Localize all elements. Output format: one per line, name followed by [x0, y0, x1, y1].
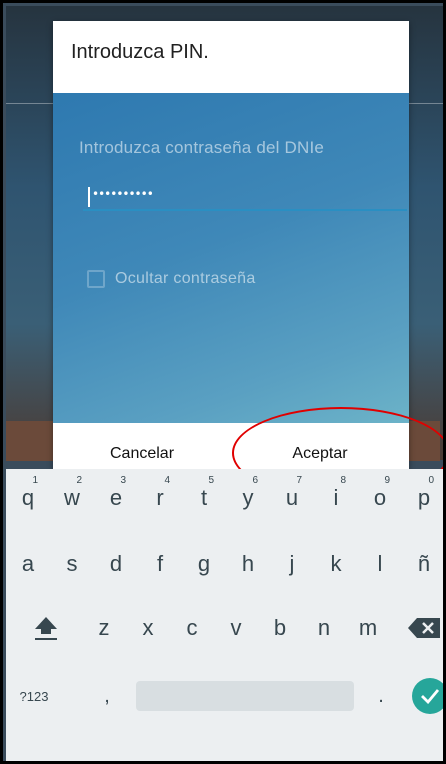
password-input[interactable]: •••••••••• — [83, 183, 407, 209]
key-a[interactable]: a — [6, 535, 50, 593]
key-hint: 6 — [252, 475, 258, 486]
key-h[interactable]: h — [226, 535, 270, 593]
keyboard-row-3: z x c v b n m — [6, 599, 443, 657]
key-v[interactable]: v — [214, 599, 258, 657]
key-hint: 3 — [120, 475, 126, 486]
password-mask: •••••••••• — [92, 187, 154, 201]
key-b[interactable]: b — [258, 599, 302, 657]
key-w[interactable]: w2 — [50, 469, 94, 527]
background-strip-left — [6, 421, 56, 461]
key-enye[interactable]: ñ — [402, 535, 443, 593]
screen-frame: Introduzca PIN. Introduzca contraseña de… — [0, 0, 446, 764]
key-t[interactable]: t5 — [182, 469, 226, 527]
key-hint: 2 — [76, 475, 82, 486]
symbols-key[interactable]: ?123 — [6, 667, 62, 725]
hide-password-checkbox[interactable] — [87, 270, 105, 288]
keyboard-row-1: q1 w2 e3 r4 t5 y6 u7 i8 o9 p0 — [6, 469, 443, 527]
key-u[interactable]: u7 — [270, 469, 314, 527]
key-k[interactable]: k — [314, 535, 358, 593]
dialog-header: Introduzca PIN. — [53, 21, 409, 93]
key-n[interactable]: n — [302, 599, 346, 657]
key-hint: 9 — [384, 475, 390, 486]
key-label: w — [64, 485, 80, 510]
key-p[interactable]: p0 — [402, 469, 443, 527]
key-hint: 0 — [428, 475, 434, 486]
dialog-body: Introduzca contraseña del DNIe •••••••••… — [53, 93, 409, 423]
key-label: q — [21, 485, 35, 510]
hide-password-toggle[interactable]: Ocultar contraseña — [87, 268, 256, 290]
key-q[interactable]: q1 — [6, 469, 50, 527]
shift-key[interactable] — [24, 599, 68, 657]
key-label: i — [333, 485, 339, 510]
key-label: r — [156, 485, 164, 510]
period-key[interactable]: . — [368, 667, 394, 725]
comma-key[interactable]: , — [92, 667, 122, 725]
key-hint: 8 — [340, 475, 346, 486]
key-r[interactable]: r4 — [138, 469, 182, 527]
key-m[interactable]: m — [346, 599, 390, 657]
key-label: o — [373, 485, 387, 510]
key-d[interactable]: d — [94, 535, 138, 593]
soft-keyboard: q1 w2 e3 r4 t5 y6 u7 i8 o9 p0 a s d f g … — [6, 469, 443, 761]
key-label: t — [200, 485, 208, 510]
key-o[interactable]: o9 — [358, 469, 402, 527]
keyboard-row-4: ?123 , . — [6, 667, 443, 725]
key-label: u — [285, 485, 299, 510]
key-label: p — [417, 485, 431, 510]
password-input-underline — [83, 209, 407, 211]
space-bar[interactable] — [136, 681, 354, 711]
key-c[interactable]: c — [170, 599, 214, 657]
key-hint: 1 — [32, 475, 38, 486]
key-hint: 4 — [164, 475, 170, 486]
key-x[interactable]: x — [126, 599, 170, 657]
key-hint: 7 — [296, 475, 302, 486]
key-label: e — [109, 485, 123, 510]
key-hint: 5 — [208, 475, 214, 486]
checkmark-icon — [421, 689, 440, 704]
key-z[interactable]: z — [82, 599, 126, 657]
password-field-label: Introduzca contraseña del DNIe — [79, 138, 325, 157]
backspace-icon — [408, 618, 440, 638]
text-cursor — [88, 187, 90, 207]
key-g[interactable]: g — [182, 535, 226, 593]
key-l[interactable]: l — [358, 535, 402, 593]
pin-dialog: Introduzca PIN. Introduzca contraseña de… — [53, 21, 409, 485]
dialog-title: Introduzca PIN. — [71, 41, 209, 63]
key-label: y — [242, 485, 254, 510]
hide-password-label: Ocultar contraseña — [115, 270, 256, 287]
shift-arrow-icon — [35, 617, 57, 640]
key-y[interactable]: y6 — [226, 469, 270, 527]
backspace-key[interactable] — [402, 599, 443, 657]
key-j[interactable]: j — [270, 535, 314, 593]
keyboard-row-2: a s d f g h j k l ñ — [6, 535, 443, 593]
key-s[interactable]: s — [50, 535, 94, 593]
key-f[interactable]: f — [138, 535, 182, 593]
key-i[interactable]: i8 — [314, 469, 358, 527]
enter-key[interactable] — [412, 678, 443, 714]
key-e[interactable]: e3 — [94, 469, 138, 527]
